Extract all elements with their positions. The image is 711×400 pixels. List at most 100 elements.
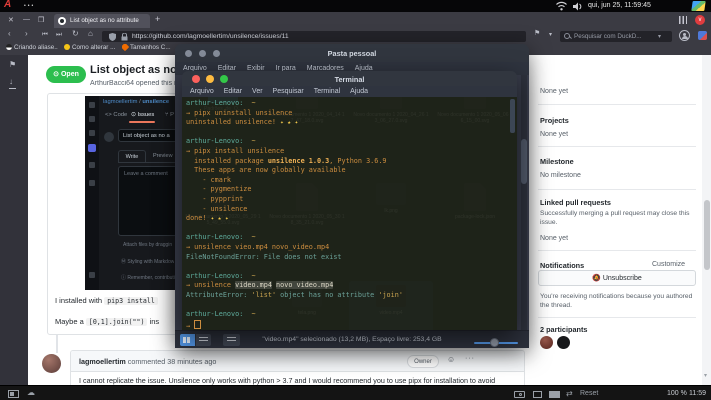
unsubscribe-button[interactable]: 🔕 Unsubscribe (538, 270, 696, 286)
comment-header: lagmoellertim commented 38 minutes ago O… (71, 351, 524, 372)
customize-link[interactable]: Customize (652, 261, 685, 268)
reset-label[interactable]: Reset (580, 390, 598, 397)
bookmark-flag-icon[interactable]: ⚑ (534, 29, 540, 37)
bookmark-item[interactable]: Como alterar ... (64, 44, 116, 54)
previous-tab-icon[interactable]: ⏮ (42, 31, 48, 39)
terminal-title: Terminal (182, 75, 517, 84)
tray-indicator-icon[interactable] (691, 1, 705, 11)
screenshot-tab-underline (129, 121, 155, 123)
screenshot-markdown-hint: Ⓜ Styling with Markdow (121, 258, 174, 265)
participant-avatar[interactable] (540, 336, 553, 349)
wifi-icon[interactable] (556, 1, 567, 11)
new-tab-button[interactable]: + (155, 14, 160, 24)
window-close-button[interactable]: ✕ (8, 16, 14, 24)
terminal-title-bar[interactable]: Terminal (182, 71, 517, 87)
screenshot-tab-code: <> Code (105, 112, 127, 118)
menu-item[interactable]: Ajuda (350, 88, 368, 95)
terminal-menu-bar: Arquivo Editar Ver Pesquisar Terminal Aj… (182, 86, 517, 97)
library-icon[interactable] (679, 16, 687, 24)
file-manager-status-bar: "video.mp4" selecionado (13,2 MB), Espaç… (175, 330, 529, 348)
download-icon-bar (9, 88, 16, 89)
kebab-menu-icon[interactable]: ··· (465, 355, 475, 362)
timeline-connector (56, 335, 58, 353)
lightbulb-icon (64, 44, 70, 50)
file-manager-scrollbar-thumb[interactable] (521, 139, 527, 184)
assignees-value: None yet (540, 88, 568, 95)
forward-icon[interactable]: › (25, 29, 28, 38)
bottom-taskbar: ☁ ⇄ Reset 100 % 11:59 (0, 385, 711, 400)
browser-tab-bar: ✕ — ❒ List object as no attribute + v (0, 12, 711, 28)
menu-item[interactable]: Ver (252, 88, 263, 95)
search-engine-caret-icon[interactable]: ▾ (658, 33, 661, 40)
extension-icon[interactable] (698, 31, 707, 40)
sidebar-bookmark-icon[interactable]: ⚑ (9, 60, 16, 69)
reload-icon[interactable]: ↻ (72, 29, 79, 38)
menu-item[interactable]: Pesquisar (273, 88, 304, 95)
participant-avatar[interactable] (557, 336, 570, 349)
download-icon[interactable]: ↓ (9, 77, 13, 86)
menu-item[interactable]: Arquivo (190, 88, 214, 95)
camera-icon[interactable] (514, 391, 525, 398)
window-capture-icon[interactable] (533, 391, 542, 398)
browser-badge-icon[interactable]: v (695, 15, 705, 25)
sidebar-projects-label[interactable]: Projects (540, 116, 569, 125)
screenshot-attach-hint: Attach files by draggin (123, 242, 172, 248)
url-bar[interactable]: https://github.com/lagmoellertim/unsilen… (102, 31, 526, 42)
file-manager-title-bar[interactable]: Pasta pessoal (175, 44, 529, 63)
linked-pr-description: Successfully merging a pull request may … (540, 209, 698, 227)
terminal-scrollbar-thumb[interactable] (510, 99, 515, 133)
milestone-value: No milestone (540, 172, 581, 179)
sidebar-linked-pr-label: Linked pull requests (540, 198, 611, 207)
picture-icon[interactable] (549, 391, 560, 398)
screenshot-sidebar (85, 96, 99, 290)
screenshot-tab-pulls: ⑂ P (165, 112, 174, 118)
menu-item[interactable]: Terminal (314, 88, 340, 95)
linked-pr-value: None yet (540, 235, 568, 242)
volume-icon[interactable] (573, 2, 583, 11)
comment-meta: lagmoellertim commented 38 minutes ago (79, 357, 399, 366)
browser-tab[interactable]: List object as no attribute (54, 14, 150, 28)
comment-author-avatar[interactable] (42, 354, 61, 373)
taskbar-app-icon[interactable] (8, 390, 19, 398)
search-input[interactable]: Pesquisar com DuckD... ▾ (560, 31, 672, 42)
window-minimize-button[interactable]: — (23, 16, 30, 23)
screenshot-preview-tab: Preview (153, 153, 173, 159)
bookmark-item[interactable]: Tamanhos C... (122, 44, 174, 54)
distro-logo-icon[interactable]: A (4, 0, 11, 10)
profile-icon[interactable] (679, 30, 690, 41)
scrollbar-down-arrow-icon[interactable]: ▾ (704, 372, 707, 379)
bookmark-item[interactable]: Criando aliase... (6, 44, 58, 54)
zoom-slider-handle[interactable] (490, 338, 499, 347)
next-tab-icon[interactable]: ⏭ (56, 31, 62, 39)
file-manager-title: Pasta pessoal (175, 49, 529, 58)
screenshot-avatar (104, 132, 114, 142)
lock-icon (121, 33, 128, 41)
panel-menu-dots-icon[interactable]: ••• (24, 3, 35, 9)
notifications-note: You're receiving notifications because y… (540, 292, 698, 310)
emoji-reaction-icon[interactable]: ☺ (447, 355, 455, 364)
back-icon[interactable]: ‹ (8, 29, 11, 38)
panel-clock[interactable]: qui, jun 25, 11:59:45 (588, 2, 651, 9)
bookmark-caret-icon[interactable]: ▾ (549, 31, 552, 38)
penguin-icon (6, 44, 12, 50)
search-icon (564, 33, 570, 39)
tab-title: List object as no attribute (70, 17, 142, 24)
inline-code: pip3 install (104, 297, 158, 305)
file-manager-scrollbar[interactable] (521, 75, 527, 330)
terminal-output[interactable]: arthur-Lenovo: ~→ pipx uninstall unsilen… (182, 97, 517, 330)
page-scrollbar-thumb[interactable] (704, 200, 710, 270)
shield-icon[interactable] (109, 33, 116, 41)
projects-value: None yet (540, 131, 568, 138)
diamond-icon (122, 44, 129, 51)
desktop-top-bar: A ••• qui, jun 25, 11:59:45 (0, 0, 711, 12)
menu-item[interactable]: Editar (224, 88, 242, 95)
home-icon[interactable]: ⌂ (88, 29, 93, 38)
window-maximize-button[interactable]: ❒ (38, 16, 44, 24)
desktop: ✕ — ❒ List object as no attribute + v ‹ … (0, 0, 711, 400)
transfer-icon[interactable]: ⇄ (566, 389, 573, 398)
sidebar-milestone-label[interactable]: Milestone (540, 157, 574, 166)
cloud-icon[interactable]: ☁ (27, 388, 35, 397)
comment-body: I cannot replicate the issue. Unsilence … (79, 376, 519, 385)
browser-side-strip: ⚑ ↓ (0, 55, 29, 385)
search-placeholder: Pesquisar com DuckD... (574, 33, 658, 40)
